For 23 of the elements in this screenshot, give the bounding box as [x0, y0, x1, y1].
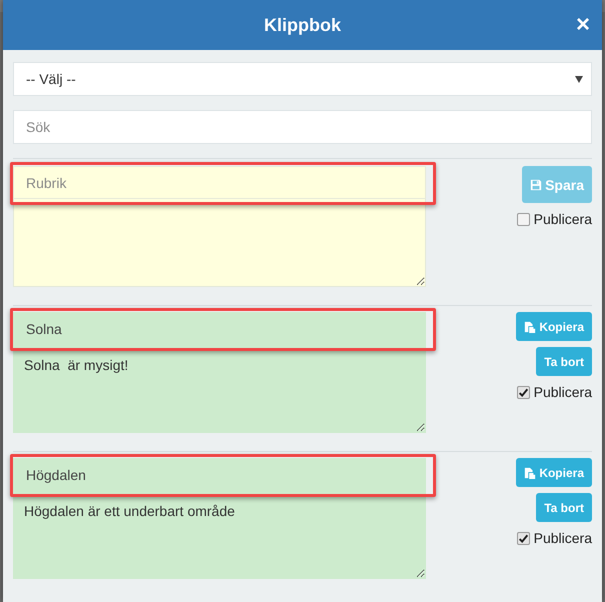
copy-button[interactable]: Kopiera — [516, 312, 592, 341]
publish-label: Publicera — [534, 530, 592, 546]
publish-checkbox[interactable] — [516, 386, 530, 398]
title-field[interactable]: Solna — [13, 312, 426, 345]
publish-label: Publicera — [534, 384, 592, 400]
copy-document-icon — [524, 320, 536, 332]
delete-button[interactable]: Ta bort — [536, 493, 592, 522]
delete-button[interactable]: Ta bort — [536, 347, 592, 376]
copy-document-icon — [524, 466, 536, 478]
text-area[interactable] — [13, 199, 426, 287]
publish-checkbox[interactable] — [516, 212, 530, 226]
dialog-title: Klippbok — [264, 14, 341, 36]
text-area[interactable]: Solna är mysigt! — [13, 345, 426, 433]
search-field[interactable]: Sök — [13, 110, 592, 144]
category-select[interactable]: -- Välj -- — [13, 62, 592, 96]
text-area[interactable]: Högdalen är ett underbart område — [13, 491, 426, 579]
publish-checkbox[interactable] — [516, 532, 530, 544]
publish-label: Publicera — [534, 211, 592, 227]
copy-button[interactable]: Kopiera — [516, 458, 592, 487]
caret-icon — [575, 76, 583, 82]
close-button[interactable]: × — [576, 13, 590, 37]
title-field[interactable]: Rubrik — [13, 166, 426, 199]
title-field[interactable]: Högdalen — [13, 458, 426, 491]
